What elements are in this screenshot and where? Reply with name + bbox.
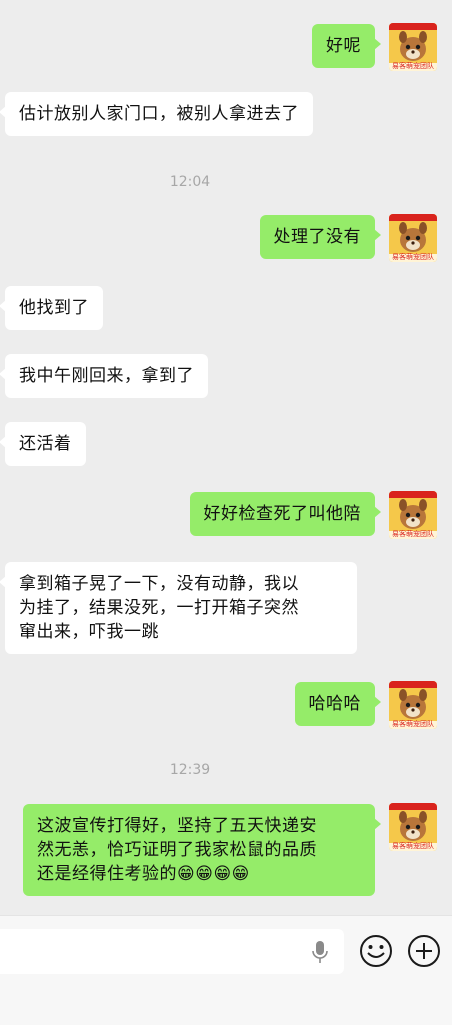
message-bubble-received[interactable]: 估计放别人家门口，被别人拿进去了 xyxy=(0,92,313,136)
message-text: 我中午刚回来，拿到了 xyxy=(19,366,194,386)
avatar[interactable]: 易客萌宠团队 xyxy=(389,803,437,851)
avatar[interactable]: 易客萌宠团队 xyxy=(389,23,437,71)
message-bubble-received[interactable]: 拿到箱子晃了一下，没有动静，我以 为挂了，结果没死，一打开箱子突然 窜出来，吓我… xyxy=(0,562,357,654)
timestamp: 12:39 xyxy=(169,762,211,778)
message-bubble-sent[interactable]: 这波宣传打得好，坚持了五天快递安 然无恙，恰巧证明了我家松鼠的品质 还是经得住考… xyxy=(23,804,381,896)
voice-icon[interactable] xyxy=(310,939,330,969)
message-text-line: 拿到箱子晃了一下，没有动静，我以 xyxy=(19,574,299,594)
message-bubble-sent[interactable]: 处理了没有 xyxy=(259,215,381,259)
avatar-caption: 易客萌宠团队 xyxy=(392,530,434,538)
top-edge xyxy=(0,0,452,2)
message-text-line: 窜出来，吓我一跳 xyxy=(19,622,159,642)
message-text: 估计放别人家门口，被别人拿进去了 xyxy=(19,104,299,124)
message-text-line: 还是经得住考验的😁😁😁😁 xyxy=(37,864,250,884)
message-text-line: 为挂了，结果没死，一打开箱子突然 xyxy=(19,598,299,618)
avatar[interactable]: 易客萌宠团队 xyxy=(389,681,437,729)
message-text: 还活着 xyxy=(19,434,72,454)
avatar[interactable]: 易客萌宠团队 xyxy=(389,214,437,262)
message-bubble-received[interactable]: 还活着 xyxy=(0,422,86,466)
avatar-caption: 易客萌宠团队 xyxy=(392,842,434,850)
avatar-caption: 易客萌宠团队 xyxy=(392,253,434,261)
message-text-line: 然无恙，恰巧证明了我家松鼠的品质 xyxy=(37,840,317,860)
message-bubble-sent[interactable]: 好呢 xyxy=(312,24,381,68)
input-bar xyxy=(0,915,452,1025)
message-bubble-sent[interactable]: 好好检查死了叫他陪 xyxy=(189,492,381,536)
message-bubble-sent[interactable]: 哈哈哈 xyxy=(294,682,381,726)
message-input[interactable] xyxy=(0,929,344,974)
message-text: 好呢 xyxy=(326,36,361,56)
emoji-icon[interactable] xyxy=(359,934,393,972)
message-bubble-received[interactable]: 他找到了 xyxy=(0,286,103,330)
message-bubble-received[interactable]: 我中午刚回来，拿到了 xyxy=(0,354,208,398)
plus-icon[interactable] xyxy=(407,934,441,972)
avatar[interactable]: 易客萌宠团队 xyxy=(389,491,437,539)
timestamp: 12:04 xyxy=(169,174,211,190)
message-text: 处理了没有 xyxy=(273,227,361,247)
message-text-line: 这波宣传打得好，坚持了五天快递安 xyxy=(37,816,317,836)
avatar-caption: 易客萌宠团队 xyxy=(392,62,434,70)
message-text: 好好检查死了叫他陪 xyxy=(203,504,361,524)
message-text: 他找到了 xyxy=(19,298,89,318)
avatar-caption: 易客萌宠团队 xyxy=(392,720,434,728)
message-text: 哈哈哈 xyxy=(308,694,361,714)
